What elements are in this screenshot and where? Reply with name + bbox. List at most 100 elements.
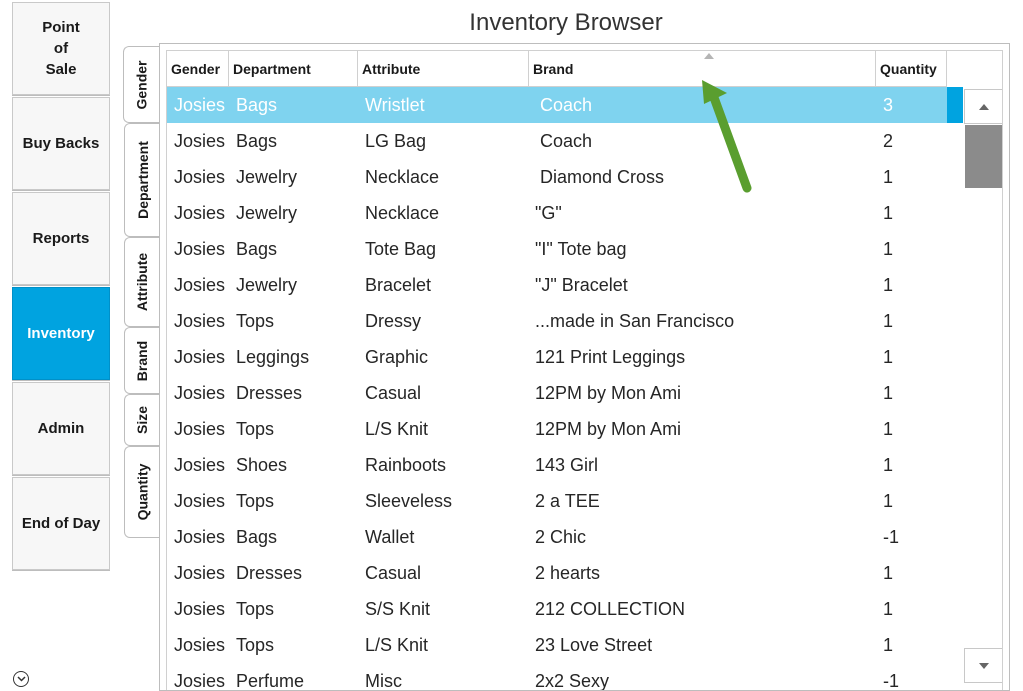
sort-ascending-icon [704, 53, 714, 59]
cell-gender: Josies [174, 419, 226, 439]
table-row[interactable]: Josies Jewelry Necklace "G" 1 [167, 195, 947, 231]
cell-department: Jewelry [236, 167, 298, 187]
cell-attribute: Sleeveless [365, 491, 453, 511]
tab-quantity[interactable]: Quantity [124, 446, 160, 538]
cell-quantity: 1 [883, 599, 894, 619]
cell-attribute: Wallet [365, 527, 415, 547]
tab-department[interactable]: Department [124, 123, 160, 237]
cell-department: Dresses [236, 383, 303, 403]
table-row[interactable]: Josies Leggings Graphic 121 Print Leggings 1 [167, 339, 947, 375]
table-row[interactable]: Josies Tops Dressy ...made in San Francisco… [167, 303, 947, 339]
cell-quantity: 1 [883, 347, 894, 367]
tab-gender[interactable]: Gender [123, 46, 159, 123]
cell-brand: 2x2 Sexy [535, 671, 610, 690]
table-row[interactable]: Josies Bags LG Bag Coach 2 [167, 123, 947, 159]
scroll-down-button[interactable] [964, 648, 1002, 683]
cell-brand: 12PM by Mon Ami [535, 383, 682, 403]
cell-gender: Josies [174, 491, 226, 511]
cell-attribute: Bracelet [365, 275, 432, 295]
nav-end-of-day-button[interactable]: End of Day [12, 477, 110, 570]
cell-brand: Coach [535, 131, 593, 151]
column-header-department[interactable]: Department [229, 51, 358, 86]
table-row[interactable]: Josies Tops S/S Knit 212 COLLECTION 1 [167, 591, 947, 627]
cell-quantity: 1 [883, 203, 894, 223]
cell-quantity: 1 [883, 167, 894, 187]
cell-quantity: 1 [883, 275, 894, 295]
cell-department: Tops [236, 635, 275, 655]
selected-row-marker [947, 87, 963, 123]
cell-gender: Josies [174, 671, 226, 690]
cell-quantity: 1 [883, 491, 894, 511]
cell-attribute: Casual [365, 383, 422, 403]
cell-attribute: Necklace [365, 167, 440, 187]
cell-department: Jewelry [236, 275, 298, 295]
table-row[interactable]: Josies Dresses Casual 2 hearts 1 [167, 555, 947, 591]
table-row[interactable]: Josies Tops L/S Knit 23 Love Street 1 [167, 627, 947, 663]
cell-department: Tops [236, 599, 275, 619]
nav-admin-button[interactable]: Admin [12, 382, 110, 475]
cell-department: Bags [236, 95, 278, 115]
tab-size[interactable]: Size [124, 394, 160, 446]
cell-quantity: 1 [883, 635, 894, 655]
column-header-gender[interactable]: Gender [167, 51, 229, 86]
cell-gender: Josies [174, 383, 226, 403]
cell-brand: 23 Love Street [535, 635, 653, 655]
cell-brand: 12PM by Mon Ami [535, 419, 682, 439]
table-row[interactable]: Josies Tops Sleeveless 2 a TEE 1 [167, 483, 947, 519]
tab-label: Size [134, 405, 151, 435]
cell-department: Tops [236, 419, 275, 439]
table-row[interactable]: Josies Jewelry Bracelet "J" Bracelet 1 [167, 267, 947, 303]
table-row[interactable]: Josies Dresses Casual 12PM by Mon Ami 1 [167, 375, 947, 411]
tab-brand[interactable]: Brand [124, 327, 160, 394]
table-row[interactable]: Josies Shoes Rainboots 143 Girl 1 [167, 447, 947, 483]
cell-brand: ...made in San Francisco [535, 311, 735, 331]
cell-department: Perfume [236, 671, 305, 690]
cell-gender: Josies [174, 527, 226, 547]
nav-buy-backs-button[interactable]: Buy Backs [12, 97, 110, 190]
cell-brand: "J" Bracelet [535, 275, 628, 295]
cell-department: Leggings [236, 347, 310, 367]
column-header-attribute[interactable]: Attribute [358, 51, 529, 86]
nav-inventory-button[interactable]: Inventory [12, 287, 110, 380]
cell-gender: Josies [174, 167, 226, 187]
table-row[interactable]: Josies Jewelry Necklace Diamond Cross 1 [167, 159, 947, 195]
cell-attribute: Tote Bag [365, 239, 437, 259]
table-row[interactable]: Josies Tops L/S Knit 12PM by Mon Ami 1 [167, 411, 947, 447]
cell-brand: "G" [535, 203, 562, 223]
cell-gender: Josies [174, 599, 226, 619]
inventory-grid: Gender Department Attribute Brand Quantity J… [166, 50, 1003, 690]
cell-gender: Josies [174, 275, 226, 295]
nav-point-of-sale-button[interactable]: Point of Sale [12, 2, 110, 95]
cell-attribute: Necklace [365, 203, 440, 223]
cell-brand: 143 Girl [535, 455, 599, 475]
cell-brand: 2 a TEE [535, 491, 600, 511]
cell-department: Jewelry [236, 203, 298, 223]
cell-gender: Josies [174, 131, 226, 151]
cell-brand: 212 COLLECTION [535, 599, 686, 619]
inventory-grid-panel: Gender Department Attribute Brand Quantity J… [159, 43, 1010, 691]
table-row[interactable]: Josies Bags Wristlet Coach 3 [167, 87, 947, 123]
triangle-up-icon [979, 103, 989, 110]
cell-quantity: 1 [883, 311, 894, 331]
tab-label: Brand [134, 340, 151, 381]
cell-gender: Josies [174, 239, 226, 259]
cell-gender: Josies [174, 95, 226, 115]
tab-attribute[interactable]: Attribute [124, 237, 160, 327]
cell-quantity: 1 [883, 419, 894, 439]
chevron-down-circle-icon[interactable] [13, 671, 29, 687]
triangle-down-icon [979, 662, 989, 669]
column-header-quantity[interactable]: Quantity [876, 51, 947, 86]
tab-label: Department [134, 141, 151, 219]
scrollbar-thumb[interactable] [965, 125, 1002, 188]
tab-label: Attribute [134, 252, 151, 312]
table-row[interactable]: Josies Perfume Misc 2x2 Sexy -1 [167, 663, 947, 690]
cell-gender: Josies [174, 635, 226, 655]
table-row[interactable]: Josies Bags Wallet 2 Chic -1 [167, 519, 947, 555]
table-row[interactable]: Josies Bags Tote Bag "I" Tote bag 1 [167, 231, 947, 267]
cell-quantity: 2 [883, 131, 894, 151]
cell-gender: Josies [174, 311, 226, 331]
cell-attribute: Misc [365, 671, 402, 690]
nav-reports-button[interactable]: Reports [12, 192, 110, 285]
cell-quantity: 1 [883, 455, 894, 475]
scroll-up-button[interactable] [964, 89, 1002, 124]
